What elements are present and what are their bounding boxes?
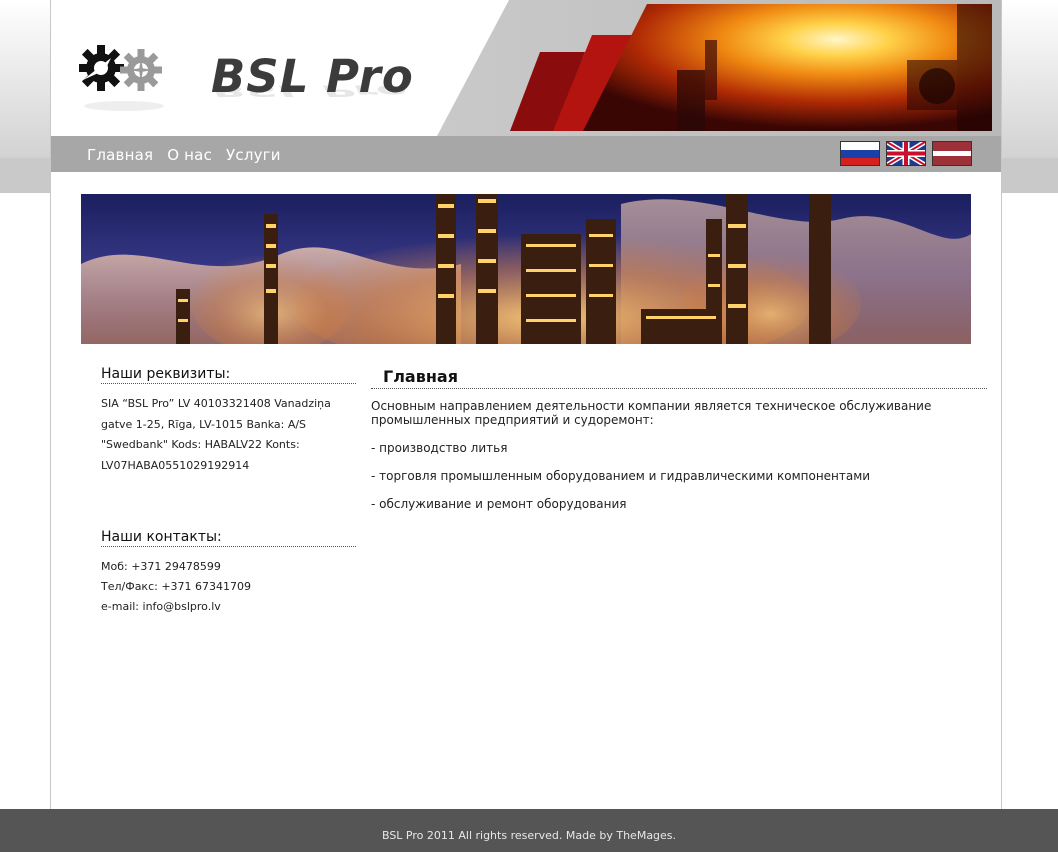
intro-text: Основным направлением деятельности компа…	[371, 399, 932, 427]
service-item: - обслуживание и ремонт оборудования	[371, 497, 627, 511]
footer-text: BSL Pro 2011 All rights reserved. Made b…	[381, 829, 677, 842]
logo[interactable]: BSL Pro BSL Pro	[79, 40, 419, 120]
requisites-line: gatve 1-25, Rīga, LV-1015 Banka: A/S	[101, 417, 307, 431]
nav-item-services[interactable]: Услуги	[226, 146, 281, 164]
header: BSL Pro BSL Pro	[51, 0, 1001, 136]
refinery-banner-image	[81, 194, 971, 344]
logo-text-reflection: BSL Pro	[211, 81, 407, 100]
page-container: BSL Pro BSL Pro Главная О нас Услуги Наш…	[50, 0, 1002, 809]
requisites-text: SIA “BSL Pro” LV 40103321408 Vanadziņa g…	[101, 394, 356, 476]
requisites-line: LV07HABA0551029192914	[101, 458, 250, 472]
flag-latvia-icon[interactable]	[932, 141, 972, 166]
main-nav: Главная О нас Услуги	[87, 146, 281, 164]
requisites-title: Наши реквизиты:	[101, 366, 356, 384]
contact-mobile: Моб: +371 29478599	[101, 560, 221, 573]
contacts-section: Наши контакты: Моб: +371 29478599 Тел/Фа…	[101, 529, 356, 617]
flag-russia-icon[interactable]	[840, 141, 880, 166]
flag-uk-icon[interactable]	[886, 141, 926, 166]
contact-phone-fax: Тел/Факс: +371 67341709	[101, 580, 252, 593]
requisites-line: SIA “BSL Pro” LV 40103321408 Vanadziņa	[101, 397, 331, 410]
service-item: - производство литья	[371, 441, 508, 455]
nav-item-about[interactable]: О нас	[167, 146, 212, 164]
gear-logo-icon	[79, 45, 164, 111]
footer: BSL Pro 2011 All rights reserved. Made b…	[0, 809, 1058, 852]
contact-email[interactable]: e-mail: info@bslpro.lv	[101, 597, 356, 617]
requisites-section: Наши реквизиты: SIA “BSL Pro” LV 4010332…	[101, 366, 356, 476]
service-item: - торговля промышленным оборудованием и …	[371, 469, 871, 483]
nav-bar: Главная О нас Услуги	[51, 136, 1001, 172]
nav-item-home[interactable]: Главная	[87, 146, 153, 164]
header-fire-graphic	[437, 0, 1001, 136]
main-content: Главная Основным направлением деятельнос…	[371, 366, 987, 525]
page-title: Главная	[371, 366, 987, 389]
requisites-line: "Swedbank" Kods: HABALV22 Konts:	[101, 438, 300, 451]
language-switcher	[840, 141, 972, 166]
contacts-title: Наши контакты:	[101, 529, 356, 547]
